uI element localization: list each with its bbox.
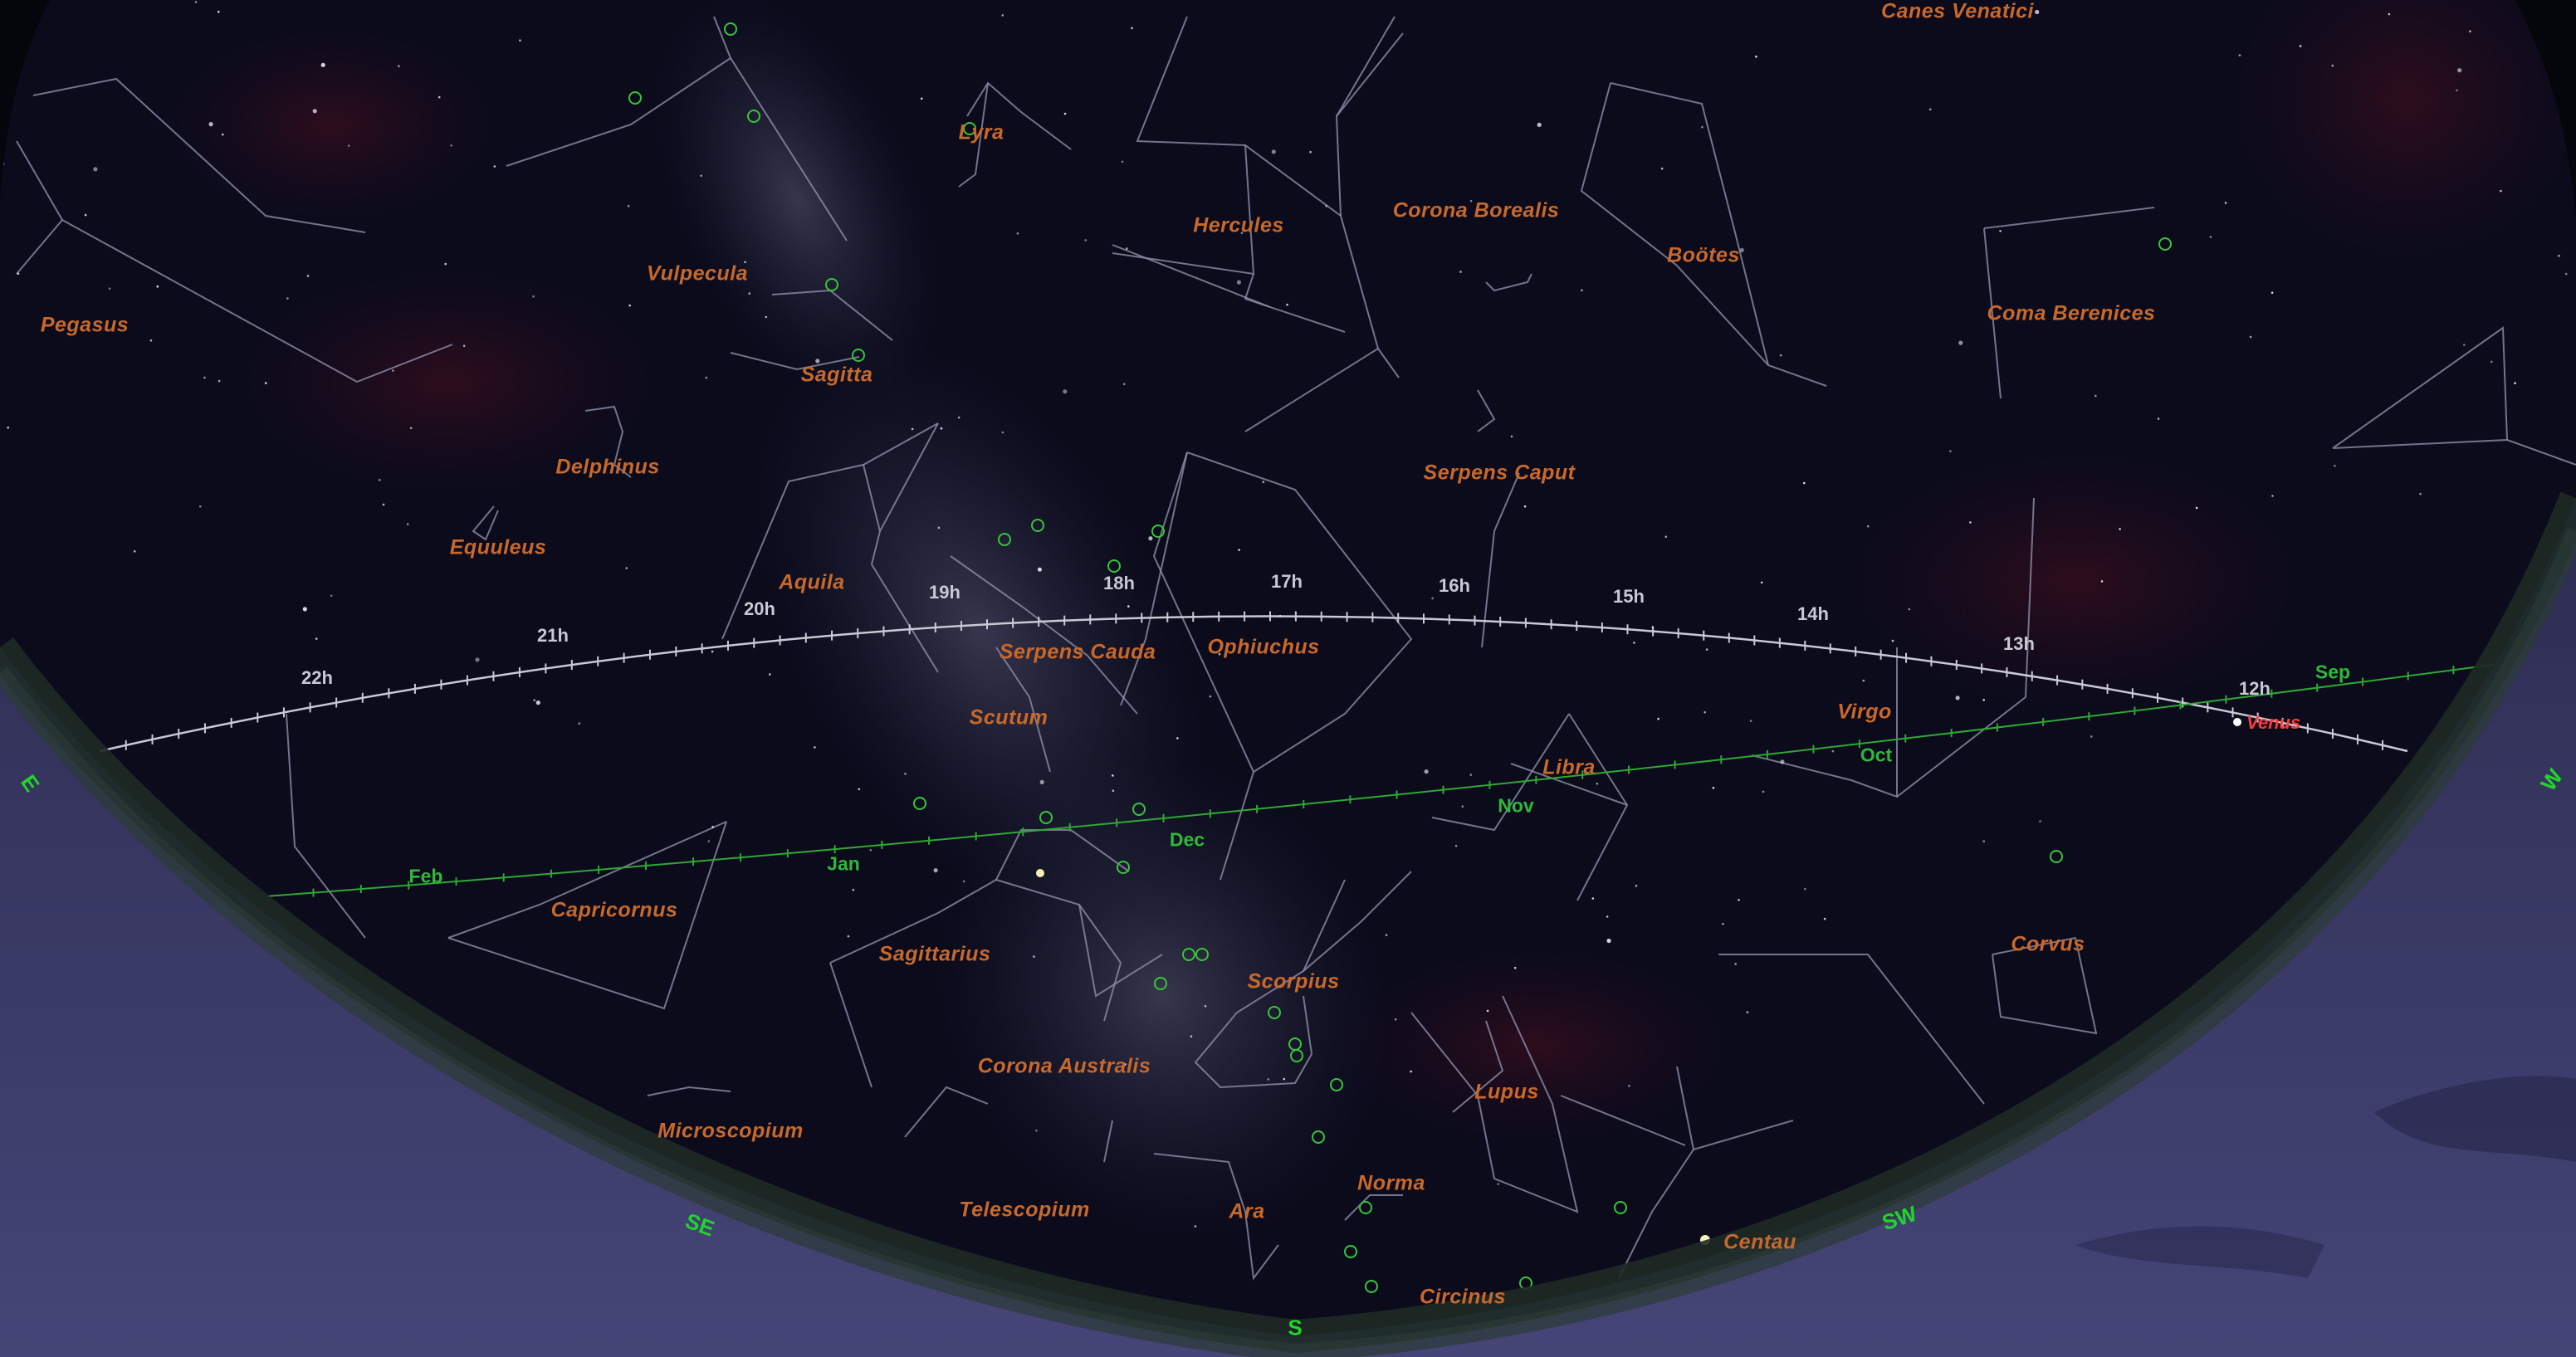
constellation-label-corona-australis[interactable]: Corona Australis bbox=[978, 1055, 1151, 1079]
ra-label-14h: 14h bbox=[1797, 603, 1829, 624]
ecliptic-month-sep: Sep bbox=[2314, 661, 2351, 683]
venus-marker[interactable] bbox=[2233, 718, 2241, 726]
constellation-label-sagitta[interactable]: Sagitta bbox=[801, 364, 873, 388]
ra-label-21h: 21h bbox=[537, 625, 569, 646]
constellation-label-bootes[interactable]: Boötes bbox=[1667, 244, 1740, 268]
constellation-label-norma[interactable]: Norma bbox=[1357, 1172, 1425, 1196]
ra-label-22h: 22h bbox=[301, 667, 333, 688]
constellation-label-aquila[interactable]: Aquila bbox=[779, 571, 844, 595]
constellation-label-sagittarius[interactable]: Sagittarius bbox=[879, 943, 991, 967]
constellation-label-canes-venatici[interactable]: Canes Venatici bbox=[1881, 0, 2034, 24]
constellation-label-serpens-caput[interactable]: Serpens Caput bbox=[1424, 461, 1576, 486]
bright-object[interactable] bbox=[1036, 869, 1044, 877]
constellation-label-coma-berenices[interactable]: Coma Berenices bbox=[1987, 302, 2156, 326]
constellation-label-libra[interactable]: Libra bbox=[1542, 756, 1596, 780]
constellation-label-lupus[interactable]: Lupus bbox=[1474, 1081, 1539, 1105]
ecliptic-month-jan: Jan bbox=[827, 852, 860, 875]
constellation-label-circinus[interactable]: Circinus bbox=[1420, 1286, 1506, 1310]
constellation-label-ara[interactable]: Ara bbox=[1229, 1200, 1264, 1224]
planet-label-venus[interactable]: Venus bbox=[2246, 712, 2300, 734]
ecliptic-month-oct: Oct bbox=[1860, 744, 1893, 766]
constellation-label-scorpius[interactable]: Scorpius bbox=[1248, 970, 1340, 994]
constellation-label-telescopium[interactable]: Telescopium bbox=[959, 1198, 1089, 1223]
constellation-label-pegasus[interactable]: Pegasus bbox=[41, 314, 129, 338]
constellation-label-corvus[interactable]: Corvus bbox=[2011, 933, 2085, 957]
constellation-label-equuleus[interactable]: Equuleus bbox=[450, 536, 547, 560]
ecliptic-month-feb: Feb bbox=[408, 865, 443, 887]
ra-label-13h: 13h bbox=[2003, 633, 2035, 654]
constellation-label-hercules[interactable]: Hercules bbox=[1193, 214, 1284, 238]
constellation-label-vulpecula[interactable]: Vulpecula bbox=[647, 262, 748, 286]
cardinal-south: S bbox=[1288, 1315, 1303, 1340]
ra-label-18h: 18h bbox=[1103, 573, 1135, 593]
ecliptic-month-dec: Dec bbox=[1169, 828, 1205, 851]
ecliptic-month-nov: Nov bbox=[1498, 794, 1534, 817]
constellation-label-lyra[interactable]: Lyra bbox=[959, 121, 1004, 145]
constellation-label-ophiuchus[interactable]: Ophiuchus bbox=[1207, 636, 1319, 660]
ra-label-19h: 19h bbox=[929, 582, 961, 603]
constellation-label-serpens-cauda[interactable]: Serpens Cauda bbox=[1000, 641, 1156, 665]
ra-label-20h: 20h bbox=[744, 598, 775, 619]
ra-label-16h: 16h bbox=[1439, 575, 1470, 596]
constellation-label-delphinus[interactable]: Delphinus bbox=[555, 456, 659, 480]
constellation-label-scutum[interactable]: Scutum bbox=[970, 706, 1048, 730]
ra-label-12h: 12h bbox=[2239, 678, 2270, 699]
constellation-label-corona-borealis[interactable]: Corona Borealis bbox=[1393, 199, 1560, 223]
sky-view[interactable]: Canes Venatici Lyra Hercules Corona Bore… bbox=[0, 0, 2576, 1357]
ra-label-15h: 15h bbox=[1613, 586, 1645, 607]
constellation-label-virgo[interactable]: Virgo bbox=[1837, 700, 1891, 725]
constellation-label-centaurus[interactable]: Centau bbox=[1723, 1231, 1796, 1255]
constellation-label-microscopium[interactable]: Microscopium bbox=[657, 1120, 803, 1144]
constellation-label-capricornus[interactable]: Capricornus bbox=[551, 899, 678, 923]
sky-map[interactable] bbox=[0, 0, 2576, 1357]
ra-label-17h: 17h bbox=[1271, 571, 1303, 592]
